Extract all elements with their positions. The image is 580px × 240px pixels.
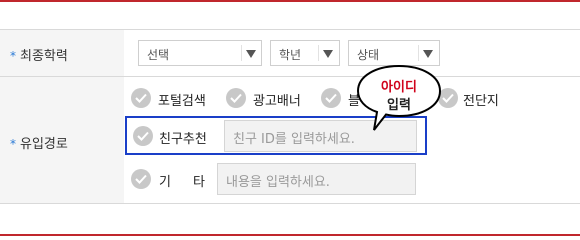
education-label: * 최종학력 <box>10 49 68 64</box>
callout-line2: 입력 <box>387 98 411 113</box>
row-divider-bottom <box>0 203 580 204</box>
ad-banner-checkbox[interactable] <box>226 88 246 108</box>
row-divider-middle <box>0 76 580 77</box>
ad-banner-label[interactable]: 광고배너 <box>253 90 301 109</box>
bottom-border <box>0 234 580 236</box>
required-star: * <box>10 49 16 63</box>
id-entry-callout: 아이디 입력 <box>356 64 442 134</box>
top-border <box>0 0 580 2</box>
row-divider-top <box>0 29 580 30</box>
other-content-input[interactable]: 내용을 입력하세요. <box>217 163 416 195</box>
dropdown-arrow-icon <box>423 50 433 58</box>
education-level-select[interactable]: 선택 <box>138 40 262 66</box>
other-checkbox[interactable] <box>131 169 151 189</box>
blog-checkbox[interactable] <box>321 88 341 108</box>
grade-select[interactable]: 학년 <box>270 40 340 66</box>
dropdown-arrow-icon <box>323 50 333 58</box>
callout-line1: 아이디 <box>381 80 417 95</box>
dropdown-arrow-icon <box>246 50 256 58</box>
flyer-label[interactable]: 전단지 <box>463 90 499 109</box>
other-label-a[interactable]: 기 <box>159 171 171 190</box>
portal-search-checkbox[interactable] <box>131 88 151 108</box>
other-label-b[interactable]: 타 <box>193 171 205 190</box>
status-select[interactable]: 상태 <box>348 40 440 66</box>
inflow-label: * 유입경로 <box>10 137 68 152</box>
portal-search-label[interactable]: 포털검색 <box>158 90 206 109</box>
required-star: * <box>10 137 16 151</box>
